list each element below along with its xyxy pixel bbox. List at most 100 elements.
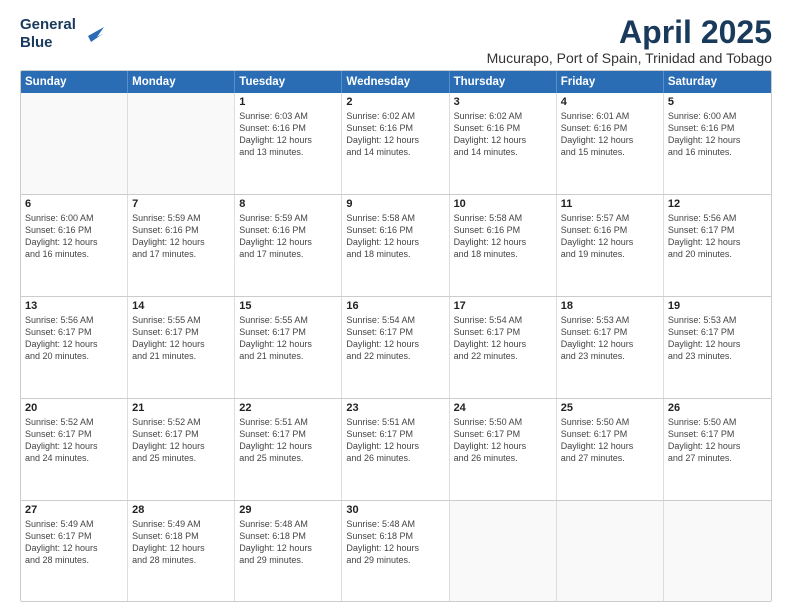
day-number: 4: [561, 96, 659, 108]
cal-cell-r2-c2: 15 Sunrise: 5:55 AM Sunset: 6:17 PM Dayli…: [235, 297, 342, 398]
cell-info: Sunrise: 5:52 AM Sunset: 6:17 PM Dayligh…: [25, 416, 123, 465]
day-number: 21: [132, 402, 230, 414]
logo-text: GeneralBlue: [20, 16, 76, 52]
day-number: 2: [346, 96, 444, 108]
cal-cell-r4-c3: 30Sunrise: 5:48 AM Sunset: 6:18 PM Dayli…: [342, 501, 449, 602]
calendar-body: 1 Sunrise: 6:03 AM Sunset: 6:16 PM Daylig…: [21, 93, 771, 602]
cell-info: Sunrise: 5:50 AM Sunset: 6:17 PM Dayligh…: [454, 416, 552, 465]
cell-info: Sunrise: 5:53 AM Sunset: 6:17 PM Dayligh…: [561, 314, 659, 363]
day-number: 6: [25, 198, 123, 210]
cell-info: Sunrise: 5:59 AM Sunset: 6:16 PM Dayligh…: [239, 212, 337, 261]
logo: GeneralBlue: [20, 16, 106, 52]
day-number: 18: [561, 300, 659, 312]
cal-cell-r1-c2: 8 Sunrise: 5:59 AM Sunset: 6:16 PM Daylig…: [235, 195, 342, 296]
page: GeneralBlue April 2025 Mucurapo, Port of…: [0, 0, 792, 612]
day-number: 8: [239, 198, 337, 210]
cal-cell-r3-c2: 22Sunrise: 5:51 AM Sunset: 6:17 PM Dayli…: [235, 399, 342, 500]
cell-info: Sunrise: 5:58 AM Sunset: 6:16 PM Dayligh…: [454, 212, 552, 261]
location-subtitle: Mucurapo, Port of Spain, Trinidad and To…: [487, 50, 772, 66]
cal-header-cell-saturday: Saturday: [664, 71, 771, 93]
day-number: 15: [239, 300, 337, 312]
cal-cell-r3-c6: 26 Sunrise: 5:50 AM Sunset: 6:17 PM Dayli…: [664, 399, 771, 500]
day-number: 14: [132, 300, 230, 312]
cal-cell-r3-c4: 24 Sunrise: 5:50 AM Sunset: 6:17 PM Dayli…: [450, 399, 557, 500]
cal-cell-r1-c5: 11 Sunrise: 5:57 AM Sunset: 6:16 PM Dayli…: [557, 195, 664, 296]
day-number: 24: [454, 402, 552, 414]
cell-info: Sunrise: 5:50 AM Sunset: 6:17 PM Dayligh…: [668, 416, 767, 465]
cal-cell-r2-c3: 16 Sunrise: 5:54 AM Sunset: 6:17 PM Dayli…: [342, 297, 449, 398]
cal-header-cell-monday: Monday: [128, 71, 235, 93]
cal-cell-r4-c0: 27 Sunrise: 5:49 AM Sunset: 6:17 PM Dayli…: [21, 501, 128, 602]
cell-info: Sunrise: 5:48 AM Sunset: 6:18 PM Dayligh…: [239, 518, 337, 567]
cal-cell-r2-c6: 19 Sunrise: 5:53 AM Sunset: 6:17 PM Dayli…: [664, 297, 771, 398]
cell-info: Sunrise: 5:51 AM Sunset: 6:17 PM Dayligh…: [346, 416, 444, 465]
cell-info: Sunrise: 5:55 AM Sunset: 6:17 PM Dayligh…: [132, 314, 230, 363]
cal-header-cell-friday: Friday: [557, 71, 664, 93]
day-number: 23: [346, 402, 444, 414]
title-block: April 2025 Mucurapo, Port of Spain, Trin…: [487, 16, 772, 66]
cell-info: Sunrise: 5:54 AM Sunset: 6:17 PM Dayligh…: [346, 314, 444, 363]
cell-info: Sunrise: 5:56 AM Sunset: 6:17 PM Dayligh…: [668, 212, 767, 261]
cal-cell-r1-c0: 6 Sunrise: 6:00 AM Sunset: 6:16 PM Daylig…: [21, 195, 128, 296]
cell-info: Sunrise: 5:50 AM Sunset: 6:17 PM Dayligh…: [561, 416, 659, 465]
cell-info: Sunrise: 6:00 AM Sunset: 6:16 PM Dayligh…: [668, 110, 767, 159]
cal-header-cell-tuesday: Tuesday: [235, 71, 342, 93]
day-number: 11: [561, 198, 659, 210]
day-number: 13: [25, 300, 123, 312]
cal-cell-r2-c1: 14 Sunrise: 5:55 AM Sunset: 6:17 PM Dayli…: [128, 297, 235, 398]
month-year-title: April 2025: [487, 16, 772, 48]
day-number: 9: [346, 198, 444, 210]
cal-row-4: 27 Sunrise: 5:49 AM Sunset: 6:17 PM Dayli…: [21, 501, 771, 602]
cal-row-0: 1 Sunrise: 6:03 AM Sunset: 6:16 PM Daylig…: [21, 93, 771, 195]
cell-info: Sunrise: 6:00 AM Sunset: 6:16 PM Dayligh…: [25, 212, 123, 261]
day-number: 30: [346, 504, 444, 516]
cell-info: Sunrise: 6:02 AM Sunset: 6:16 PM Dayligh…: [454, 110, 552, 159]
cal-cell-r1-c3: 9Sunrise: 5:58 AM Sunset: 6:16 PM Daylig…: [342, 195, 449, 296]
cal-cell-r2-c5: 18 Sunrise: 5:53 AM Sunset: 6:17 PM Dayli…: [557, 297, 664, 398]
header: GeneralBlue April 2025 Mucurapo, Port of…: [20, 16, 772, 66]
day-number: 5: [668, 96, 767, 108]
cell-info: Sunrise: 5:53 AM Sunset: 6:17 PM Dayligh…: [668, 314, 767, 363]
cal-cell-r0-c2: 1 Sunrise: 6:03 AM Sunset: 6:16 PM Daylig…: [235, 93, 342, 194]
cal-cell-r0-c0: [21, 93, 128, 194]
day-number: 28: [132, 504, 230, 516]
cal-cell-r2-c0: 13Sunrise: 5:56 AM Sunset: 6:17 PM Dayli…: [21, 297, 128, 398]
day-number: 16: [346, 300, 444, 312]
cal-cell-r0-c3: 2 Sunrise: 6:02 AM Sunset: 6:16 PM Daylig…: [342, 93, 449, 194]
day-number: 1: [239, 96, 337, 108]
cell-info: Sunrise: 5:59 AM Sunset: 6:16 PM Dayligh…: [132, 212, 230, 261]
calendar-header: SundayMondayTuesdayWednesdayThursdayFrid…: [21, 71, 771, 93]
cell-info: Sunrise: 6:02 AM Sunset: 6:16 PM Dayligh…: [346, 110, 444, 159]
cell-info: Sunrise: 5:52 AM Sunset: 6:17 PM Dayligh…: [132, 416, 230, 465]
cal-cell-r2-c4: 17 Sunrise: 5:54 AM Sunset: 6:17 PM Dayli…: [450, 297, 557, 398]
cell-info: Sunrise: 5:54 AM Sunset: 6:17 PM Dayligh…: [454, 314, 552, 363]
cell-info: Sunrise: 5:57 AM Sunset: 6:16 PM Dayligh…: [561, 212, 659, 261]
day-number: 27: [25, 504, 123, 516]
day-number: 12: [668, 198, 767, 210]
cal-cell-r1-c4: 10Sunrise: 5:58 AM Sunset: 6:16 PM Dayli…: [450, 195, 557, 296]
cell-info: Sunrise: 5:51 AM Sunset: 6:17 PM Dayligh…: [239, 416, 337, 465]
cal-cell-r0-c4: 3 Sunrise: 6:02 AM Sunset: 6:16 PM Daylig…: [450, 93, 557, 194]
cal-cell-r3-c1: 21 Sunrise: 5:52 AM Sunset: 6:17 PM Dayli…: [128, 399, 235, 500]
cal-cell-r4-c6: [664, 501, 771, 602]
cal-header-cell-thursday: Thursday: [450, 71, 557, 93]
cal-row-3: 20Sunrise: 5:52 AM Sunset: 6:17 PM Dayli…: [21, 399, 771, 501]
day-number: 26: [668, 402, 767, 414]
cell-info: Sunrise: 6:01 AM Sunset: 6:16 PM Dayligh…: [561, 110, 659, 159]
cell-info: Sunrise: 5:49 AM Sunset: 6:17 PM Dayligh…: [25, 518, 123, 567]
cell-info: Sunrise: 5:55 AM Sunset: 6:17 PM Dayligh…: [239, 314, 337, 363]
cal-header-cell-sunday: Sunday: [21, 71, 128, 93]
day-number: 17: [454, 300, 552, 312]
cal-cell-r0-c5: 4 Sunrise: 6:01 AM Sunset: 6:16 PM Daylig…: [557, 93, 664, 194]
day-number: 3: [454, 96, 552, 108]
cell-info: Sunrise: 6:03 AM Sunset: 6:16 PM Dayligh…: [239, 110, 337, 159]
day-number: 7: [132, 198, 230, 210]
cal-cell-r3-c0: 20Sunrise: 5:52 AM Sunset: 6:17 PM Dayli…: [21, 399, 128, 500]
logo-bird-icon: [82, 22, 106, 46]
cal-cell-r3-c5: 25Sunrise: 5:50 AM Sunset: 6:17 PM Dayli…: [557, 399, 664, 500]
day-number: 19: [668, 300, 767, 312]
cal-row-2: 13Sunrise: 5:56 AM Sunset: 6:17 PM Dayli…: [21, 297, 771, 399]
day-number: 29: [239, 504, 337, 516]
cal-cell-r0-c6: 5 Sunrise: 6:00 AM Sunset: 6:16 PM Daylig…: [664, 93, 771, 194]
calendar: SundayMondayTuesdayWednesdayThursdayFrid…: [20, 70, 772, 602]
